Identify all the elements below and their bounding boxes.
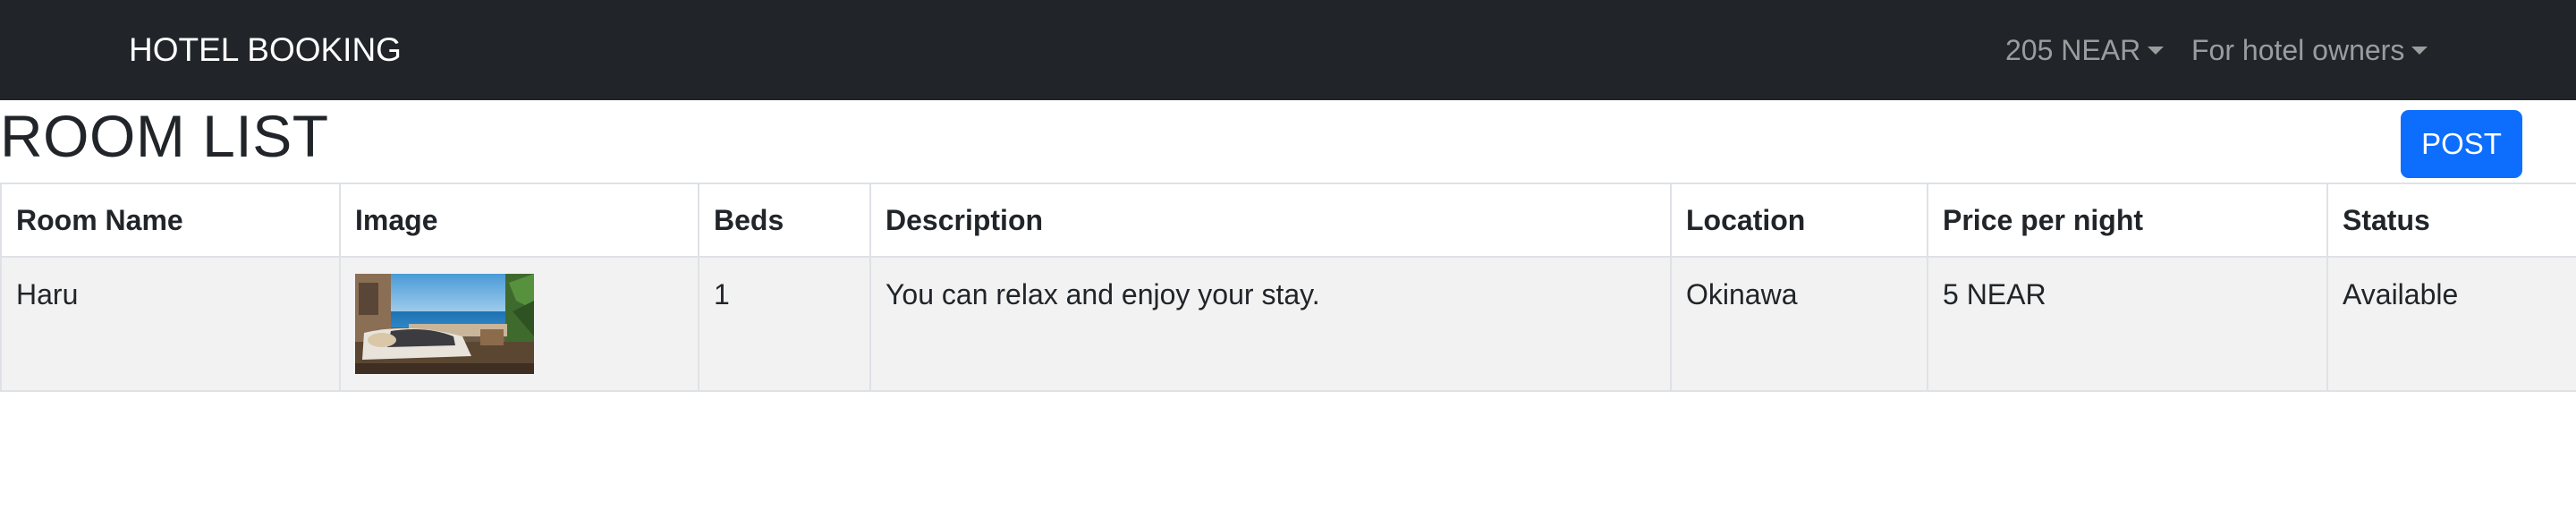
account-balance-label: 205 NEAR <box>2005 34 2141 66</box>
caret-down-icon <box>2411 47 2428 55</box>
column-header-price: Price per night <box>1927 183 2328 258</box>
room-name-cell: Haru <box>0 256 341 392</box>
column-header-description: Description <box>869 183 1672 258</box>
hotel-owners-label: For hotel owners <box>2191 34 2405 66</box>
column-header-beds: Beds <box>698 183 871 258</box>
page-title: ROOM LIST <box>0 103 329 169</box>
account-dropdown[interactable]: 205 NEAR <box>2005 29 2165 72</box>
column-header-status: Status <box>2326 183 2576 258</box>
room-image-cell <box>339 256 699 392</box>
table-header-row: Room Name Image Beds Description Locatio… <box>0 183 2576 258</box>
column-header-image: Image <box>339 183 699 258</box>
room-beds-cell: 1 <box>698 256 871 392</box>
top-navbar: HOTEL BOOKING 205 NEAR For hotel owners <box>0 0 2576 100</box>
hotel-owners-dropdown[interactable]: For hotel owners <box>2191 29 2428 72</box>
room-location-cell: Okinawa <box>1670 256 1928 392</box>
room-description-cell: You can relax and enjoy your stay. <box>869 256 1672 392</box>
room-table: Room Name Image Beds Description Locatio… <box>0 183 2576 392</box>
room-status-cell: Available <box>2326 256 2576 392</box>
room-price-cell: 5 NEAR <box>1927 256 2328 392</box>
column-header-location: Location <box>1670 183 1928 258</box>
table-row: Haru 1 You can relax and enjoy your stay… <box>0 256 2576 392</box>
post-button[interactable]: POST <box>2401 110 2522 178</box>
caret-down-icon <box>2148 47 2165 55</box>
brand-link[interactable]: HOTEL BOOKING <box>129 29 402 72</box>
column-header-room-name: Room Name <box>0 183 341 258</box>
room-photo <box>355 274 534 374</box>
